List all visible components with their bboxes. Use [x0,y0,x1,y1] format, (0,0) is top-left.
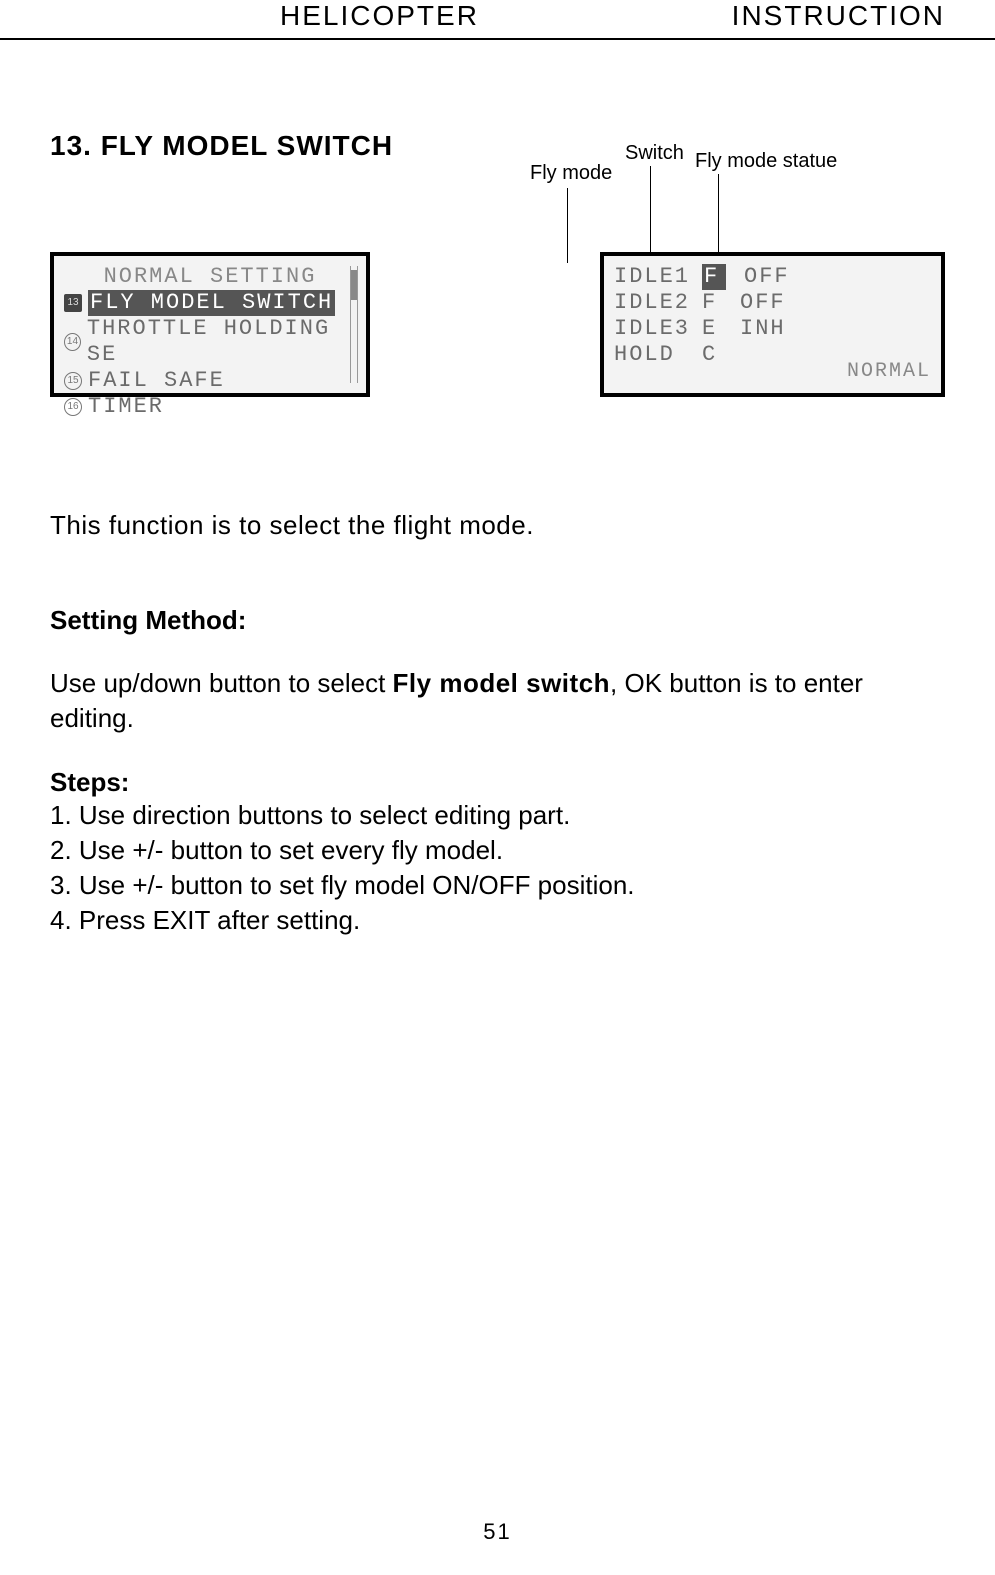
step-item: 3. Use +/- button to set fly model ON/OF… [50,868,945,903]
switch-value: E [702,316,722,342]
step-item: 4. Press EXIT after setting. [50,903,945,938]
status-value [740,342,790,368]
setting-method-body: Use up/down button to select Fly model s… [50,666,945,736]
settings-row: IDLE2 F OFF [614,290,931,316]
status-value: OFF [740,290,790,316]
intro-text: This function is to select the flight mo… [50,507,945,543]
callout-switch: Switch [625,142,684,165]
menu-number-icon: 13 [64,294,82,312]
mode-indicator: NORMAL [847,359,931,385]
callout-fly-mode: Fly mode [530,162,612,185]
page-header: HELICOPTER INSTRUCTION [0,0,995,40]
menu-number-icon: 16 [64,398,82,416]
steps-heading: Steps: [50,767,945,798]
scrollbar [350,266,358,383]
text-bold: Fly model switch [393,668,611,698]
menu-number-icon: 14 [64,333,81,351]
menu-label: THROTTLE HOLDING SE [87,316,356,368]
page-number: 51 [0,1519,995,1545]
scrollbar-thumb [351,270,357,300]
menu-label: FLY MODEL SWITCH [88,290,335,316]
menu-number-icon: 15 [64,372,82,390]
setting-method-heading: Setting Method: [50,605,945,636]
callout-line [650,166,651,263]
menu-item-selected: 13 FLY MODEL SWITCH [64,290,356,316]
fly-mode-value: IDLE2 [614,290,684,316]
header-left: HELICOPTER [280,0,479,32]
lcd-screen-menu: NORMAL SETTING 13 FLY MODEL SWITCH 14 TH… [50,252,370,397]
lcd-title: NORMAL SETTING [64,264,356,290]
status-value: OFF [744,264,794,290]
menu-item: 15 FAIL SAFE [64,368,356,394]
callout-line [567,188,568,263]
step-item: 1. Use direction buttons to select editi… [50,798,945,833]
menu-label: FAIL SAFE [88,368,225,394]
settings-row: IDLE1 F OFF [614,264,931,290]
fly-mode-value: HOLD [614,342,684,368]
step-item: 2. Use +/- button to set every fly model… [50,833,945,868]
text-fragment: Use up/down button to select [50,668,393,698]
fly-mode-value: IDLE3 [614,316,684,342]
callout-line [718,174,719,263]
header-right: INSTRUCTION [732,0,945,32]
menu-item: 14 THROTTLE HOLDING SE [64,316,356,368]
callout-fly-mode-statue: Fly mode statue [695,150,837,173]
switch-value: F [702,264,726,290]
menu-label: TIMER [88,394,164,420]
settings-row: IDLE3 E INH [614,316,931,342]
switch-value: F [702,290,722,316]
menu-item: 16 TIMER [64,394,356,420]
lcd-screen-settings: IDLE1 F OFF IDLE2 F OFF IDLE3 E INH HOLD… [600,252,945,397]
fly-mode-value: IDLE1 [614,264,684,290]
switch-value: C [702,342,722,368]
status-value: INH [740,316,790,342]
